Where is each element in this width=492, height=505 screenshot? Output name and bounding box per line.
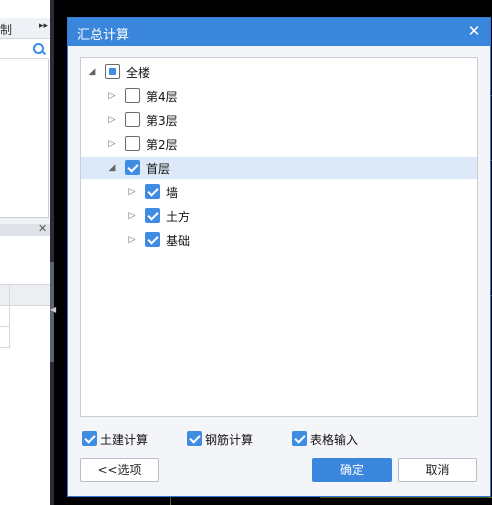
option-checkbox[interactable]	[82, 431, 97, 446]
option-checkbox[interactable]	[292, 431, 307, 446]
tree-checkbox[interactable]	[125, 160, 140, 175]
dialog-title: 汇总计算	[77, 28, 130, 43]
background-strip	[0, 236, 50, 285]
expanded-triangle-icon[interactable]: ◢	[87, 66, 97, 78]
tree-checkbox[interactable]	[125, 112, 140, 127]
splitter[interactable]	[50, 0, 54, 505]
tree-checkbox[interactable]	[105, 64, 120, 79]
ok-button[interactable]: 确定	[312, 458, 392, 482]
options-button[interactable]: <<选项	[80, 458, 159, 482]
collapsed-triangle-icon[interactable]: ▷	[107, 90, 117, 102]
floor-tree[interactable]: ◢ 全楼 ▷ 第4层 ▷ 第3层 ▷ 第2层 ◢ 首层 ▷ 墙 ▷ 土方 ▷ 基…	[80, 57, 478, 417]
tree-node-label: 首层	[146, 162, 171, 176]
tree-node-label: 墙	[166, 186, 179, 200]
tree-node-label: 土方	[166, 210, 191, 224]
canvas-line	[170, 496, 171, 505]
background-toolbar-label: 制	[0, 23, 13, 37]
tree-node-ground-floor[interactable]: ◢ 首层	[81, 157, 477, 179]
tree-node-earthwork[interactable]: ▷ 土方	[81, 205, 477, 227]
tree-node-wall[interactable]: ▷ 墙	[81, 181, 477, 203]
collapsed-triangle-icon[interactable]: ▷	[127, 210, 137, 222]
collapsed-triangle-icon[interactable]: ▷	[127, 186, 137, 198]
tree-checkbox[interactable]	[145, 184, 160, 199]
tree-checkbox[interactable]	[145, 232, 160, 247]
search-icon[interactable]	[33, 43, 44, 54]
option-checkbox[interactable]	[187, 431, 202, 446]
tree-checkbox[interactable]	[125, 88, 140, 103]
tree-node-all-floors[interactable]: ◢ 全楼	[81, 61, 477, 83]
table-row	[0, 327, 10, 348]
tree-checkbox[interactable]	[145, 208, 160, 223]
dialog-titlebar[interactable]: 汇总计算 ✕	[68, 18, 490, 46]
canvas-line	[320, 497, 492, 498]
tree-node-floor-2[interactable]: ▷ 第2层	[81, 133, 477, 155]
collapsed-triangle-icon[interactable]: ▷	[127, 234, 137, 246]
tree-node-label: 第4层	[146, 90, 178, 104]
tree-node-label: 基础	[166, 234, 191, 248]
background-search-input[interactable]	[0, 40, 48, 59]
option-label: 表格输入	[310, 433, 359, 447]
tree-node-label: 第2层	[146, 138, 178, 152]
tree-node-floor-3[interactable]: ▷ 第3层	[81, 109, 477, 131]
chevron-left-icon[interactable]: ◀	[50, 305, 56, 314]
cancel-button[interactable]: 取消	[398, 458, 477, 482]
collapsed-triangle-icon[interactable]: ▷	[107, 138, 117, 150]
tree-node-foundation[interactable]: ▷ 基础	[81, 229, 477, 251]
table-row	[0, 306, 10, 327]
double-chevron-right-icon[interactable]: ▸▸	[39, 21, 48, 31]
tree-node-label: 全楼	[126, 66, 151, 80]
expanded-triangle-icon[interactable]: ◢	[107, 162, 117, 174]
background-toolbar: 制 ▸▸	[0, 18, 50, 39]
tree-node-floor-4[interactable]: ▷ 第4层	[81, 85, 477, 107]
tree-node-label: 第3层	[146, 114, 178, 128]
close-icon[interactable]: ✕	[38, 222, 47, 235]
tree-checkbox[interactable]	[125, 136, 140, 151]
collapsed-triangle-icon[interactable]: ▷	[107, 114, 117, 126]
option-label: 土建计算	[100, 433, 149, 447]
background-table-header	[0, 285, 50, 306]
background-tree-area	[0, 59, 49, 218]
summary-calculation-dialog: 汇总计算 ✕ ◢ 全楼 ▷ 第4层 ▷ 第3层 ▷ 第2层 ◢ 首层 ▷ 墙 ▷…	[67, 17, 491, 497]
close-icon[interactable]: ✕	[466, 22, 482, 40]
option-label: 钢筋计算	[205, 433, 254, 447]
